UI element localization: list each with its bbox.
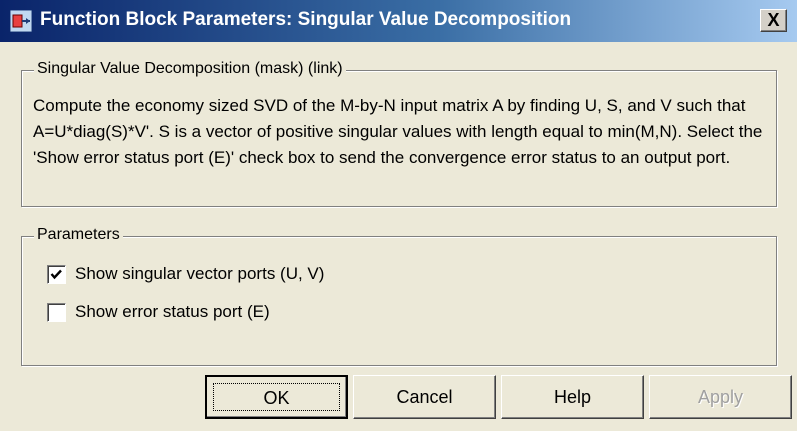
cancel-button[interactable]: Cancel	[353, 375, 496, 419]
cancel-button-label: Cancel	[396, 387, 453, 407]
show-singular-vector-ports-option[interactable]: Show singular vector ports (U, V)	[47, 263, 324, 285]
parameters-group-legend: Parameters	[34, 226, 123, 244]
show-error-status-port-option[interactable]: Show error status port (E)	[47, 301, 270, 323]
parameters-group: Parameters Show singular vector ports (U…	[21, 226, 777, 366]
apply-button[interactable]: Apply	[649, 375, 792, 419]
window-title: Function Block Parameters: Singular Valu…	[40, 9, 572, 30]
ok-button[interactable]: OK	[205, 375, 348, 419]
apply-button-label: Apply	[697, 387, 744, 407]
show-error-status-port-label: Show error status port (E)	[75, 302, 270, 321]
title-bar[interactable]: Function Block Parameters: Singular Valu…	[0, 0, 797, 42]
show-singular-vector-ports-checkbox[interactable]	[47, 264, 66, 284]
close-button[interactable]: X	[760, 9, 787, 32]
checkmark-icon	[50, 269, 62, 279]
show-singular-vector-ports-label: Show singular vector ports (U, V)	[75, 264, 325, 283]
simulink-block-icon	[10, 10, 32, 32]
description-text: Compute the economy sized SVD of the M-b…	[33, 96, 763, 167]
show-error-status-port-checkbox[interactable]	[47, 302, 66, 322]
description-group: Singular Value Decomposition (mask) (lin…	[21, 60, 777, 207]
help-button[interactable]: Help	[501, 375, 644, 419]
help-button-label: Help	[553, 387, 592, 407]
description-group-legend: Singular Value Decomposition (mask) (lin…	[34, 60, 346, 78]
focus-rectangle	[213, 383, 340, 411]
